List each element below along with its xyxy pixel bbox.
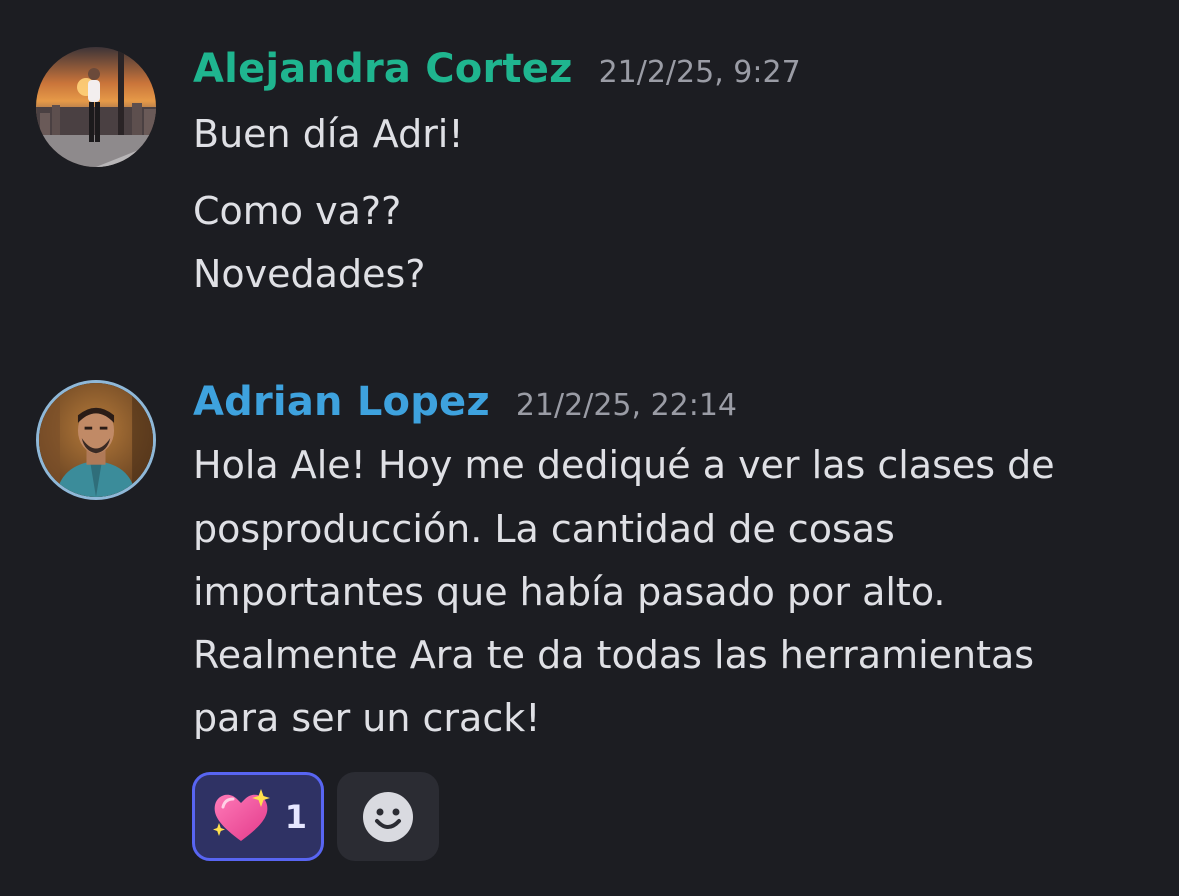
message-text-line: Buen día Adri! — [193, 112, 464, 156]
reactions-bar: 1 — [192, 772, 439, 861]
reaction-count: 1 — [284, 797, 307, 836]
reaction-sparkling-heart[interactable]: 1 — [192, 772, 324, 861]
message-header: Adrian Lopez 21/2/25, 22:14 — [193, 379, 737, 425]
chat-messages: Alejandra Cortez 21/2/25, 9:27 Buen día … — [0, 0, 1179, 896]
author-name[interactable]: Adrian Lopez — [193, 379, 490, 425]
message-text-line: Como va?? — [193, 189, 402, 233]
message-timestamp: 21/2/25, 9:27 — [598, 55, 801, 90]
avatar-alejandra[interactable] — [36, 47, 156, 167]
avatar-photo-sunset — [36, 47, 156, 167]
add-reaction-button[interactable] — [337, 772, 439, 861]
message-text-line: Hola Ale! Hoy me dediqué a ver las clase… — [193, 443, 1055, 487]
message-timestamp: 21/2/25, 22:14 — [515, 388, 738, 423]
message-text-line: importantes que había pasado por alto. — [193, 570, 946, 614]
message-text-line: posproducción. La cantidad de cosas — [193, 507, 895, 551]
message-text-line: Realmente Ara te da todas las herramient… — [193, 633, 1035, 677]
sparkling-heart-icon — [213, 788, 270, 841]
smiley-face-icon — [363, 791, 413, 842]
message-text-line: para ser un crack! — [193, 696, 541, 740]
avatar-photo-portrait — [39, 383, 153, 497]
message-text-line: Novedades? — [193, 252, 426, 296]
author-name[interactable]: Alejandra Cortez — [193, 46, 573, 92]
avatar-adrian[interactable] — [36, 380, 156, 500]
message-header: Alejandra Cortez 21/2/25, 9:27 — [193, 46, 801, 92]
